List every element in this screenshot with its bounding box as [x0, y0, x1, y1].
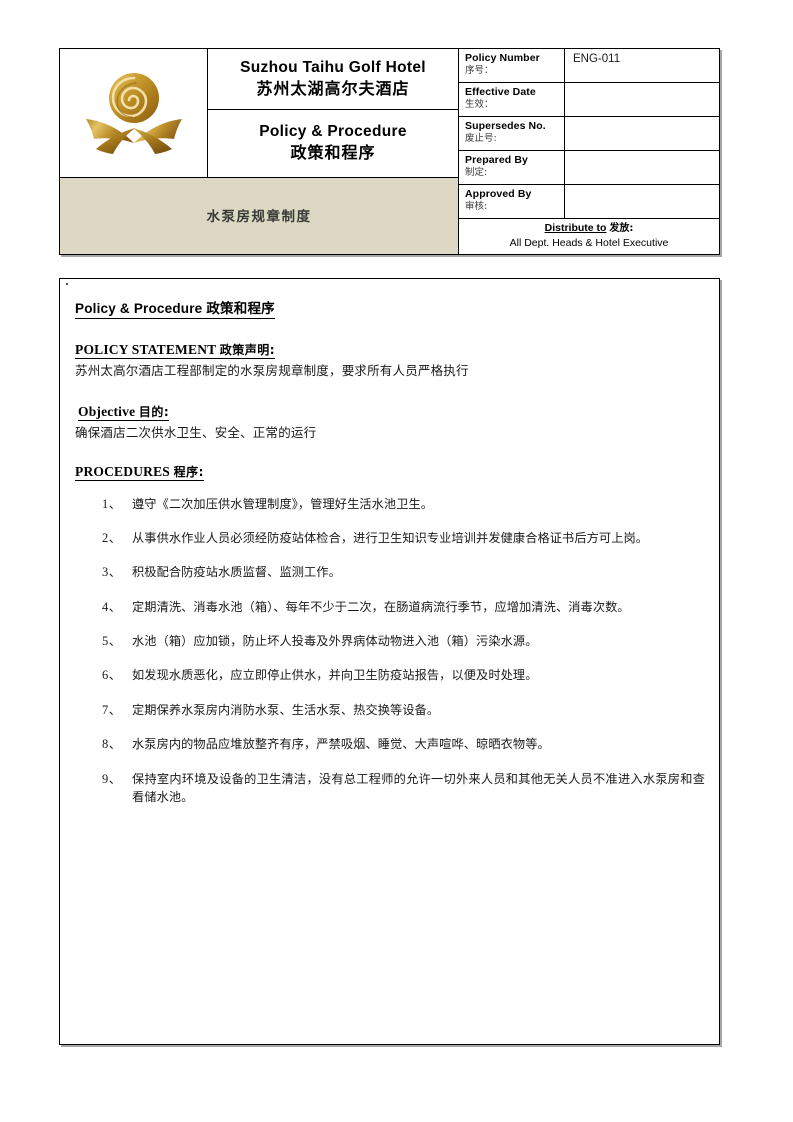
meta-label-cn: 审核: — [465, 201, 488, 213]
procedure-number: 6、 — [102, 668, 122, 683]
procedure-text: 水池（箱）应加锁，防止坏人投毒及外界病体动物进入池（箱）污染水源。 — [132, 634, 538, 648]
hotel-name-cn: 苏州太湖高尔夫酒店 — [256, 78, 410, 98]
distribute-to-label-en: Distribute to — [544, 222, 607, 234]
procedures-heading-en: PROCEDURES — [75, 463, 171, 479]
procedure-number: 2、 — [102, 530, 122, 545]
meta-row-prepared-by: Prepared By 制定: — [459, 151, 719, 185]
meta-row-supersedes-no: Supersedes No. 废止号: — [459, 117, 719, 151]
procedure-number: 9、 — [102, 771, 122, 786]
meta-label-en: Approved By — [465, 188, 532, 200]
procedure-item: 6、 如发现水质恶化，应立即停止供水，并向卫生防疫站报告，以便及时处理。 — [75, 666, 705, 685]
header-top-section: Suzhou Taihu Golf Hotel 苏州太湖高尔夫酒店 Policy… — [60, 49, 719, 255]
meta-label-cn: 生效： — [465, 99, 494, 111]
document-type-cell: Policy & Procedure 政策和程序 — [208, 109, 458, 176]
procedure-number: 7、 — [102, 702, 122, 717]
meta-label-cn: 制定: — [465, 167, 488, 179]
body-main-heading-en: Policy & Procedure — [75, 301, 203, 316]
procedure-text: 水泵房内的物品应堆放整齐有序，严禁吸烟、睡觉、大声喧哗、晾晒衣物等。 — [132, 737, 550, 752]
procedures-section: PROCEDURES 程序: 1、 遵守《二次加压供水管理制度》，管理好生活水池… — [75, 463, 705, 808]
stray-dot-artifact — [66, 283, 68, 285]
logo-cell — [60, 49, 208, 177]
body-main-heading-cn: 政策和程序 — [206, 301, 275, 317]
hotel-name-cell: Suzhou Taihu Golf Hotel 苏州太湖高尔夫酒店 — [208, 49, 458, 109]
header-left-column: Suzhou Taihu Golf Hotel 苏州太湖高尔夫酒店 Policy… — [60, 49, 458, 255]
procedure-text: 从事供水作业人员必须经防疫站体检合，进行卫生知识专业培训并发健康合格证书后方可上… — [132, 530, 649, 545]
meta-label-en: Policy Number — [465, 52, 540, 64]
meta-label-cn: 废止号: — [465, 133, 497, 145]
meta-label-approved-by: Approved By 审核: — [459, 185, 565, 218]
document-subject-text: 水泵房规章制度 — [206, 209, 312, 226]
meta-label-effective-date: Effective Date 生效： — [459, 83, 565, 116]
procedures-heading: PROCEDURES 程序: — [75, 463, 204, 481]
procedure-text: 积极配合防疫站水质监督、监测工作。 — [132, 565, 341, 580]
meta-label-en: Effective Date — [465, 86, 536, 98]
procedure-item: 7、 定期保养水泵房内消防水泵、生活水泵、热交换等设备。 — [75, 701, 705, 720]
procedure-number: 1、 — [102, 496, 122, 511]
meta-label-policy-number: Policy Number 序号： — [459, 49, 565, 82]
objective-heading-cn: 目的: — [138, 404, 170, 419]
hotel-name-en: Suzhou Taihu Golf Hotel — [240, 59, 426, 76]
procedure-number: 8、 — [102, 737, 122, 752]
distribute-to-label-row: Distribute to 发放: — [463, 222, 715, 236]
policy-statement-heading: POLICY STATEMENT 政策声明: — [75, 341, 275, 359]
meta-value-supersedes-no[interactable] — [565, 117, 719, 150]
procedure-item: 5、 水池（箱）应加锁，防止坏人投毒及外界病体动物进入池（箱）污染水源。 — [75, 632, 705, 651]
objective-heading-en: Objective — [78, 403, 136, 419]
meta-label-cn: 序号： — [465, 65, 494, 77]
procedure-item: 8、 水泵房内的物品应堆放整齐有序，严禁吸烟、睡觉、大声喧哗、晾晒衣物等。 — [75, 735, 705, 754]
objective-section: Objective 目的: 确保酒店二次供水卫生、安全、正常的运行 — [75, 403, 705, 443]
procedure-item: 4、 定期清洗、消毒水池（箱）、每年不少于二次，在肠道病流行季节，应增加清洗、消… — [75, 598, 705, 617]
meta-value-policy-number[interactable]: ENG-011 — [565, 49, 719, 82]
document-subject-band: 水泵房规章制度 — [60, 176, 458, 255]
meta-label-supersedes-no: Supersedes No. 废止号: — [459, 117, 565, 150]
header-meta-column: Policy Number 序号： ENG-011 Effective Date… — [458, 49, 719, 255]
procedure-text: 遵守《二次加压供水管理制度》，管理好生活水池卫生。 — [132, 496, 434, 511]
procedure-number: 4、 — [102, 599, 122, 614]
meta-row-policy-number: Policy Number 序号： ENG-011 — [459, 49, 719, 83]
procedure-number: 3、 — [102, 565, 122, 580]
meta-row-effective-date: Effective Date 生效： — [459, 83, 719, 117]
hotel-gold-emblem-logo — [82, 61, 186, 165]
procedure-item: 2、 从事供水作业人员必须经防疫站体检合，进行卫生知识专业培训并发健康合格证书后… — [75, 529, 705, 548]
meta-label-en: Supersedes No. — [465, 120, 546, 132]
procedure-text: 定期保养水泵房内消防水泵、生活水泵、热交换等设备。 — [132, 702, 440, 717]
document-type-en: Policy & Procedure — [259, 123, 407, 141]
procedure-text: 如发现水质恶化，应立即停止供水，并向卫生防疫站报告，以便及时处理。 — [132, 668, 538, 683]
meta-label-prepared-by: Prepared By 制定: — [459, 151, 565, 184]
procedure-item: 3、 积极配合防疫站水质监督、监测工作。 — [75, 563, 705, 582]
document-type-cn: 政策和程序 — [290, 143, 376, 163]
document-body-box: Policy & Procedure 政策和程序 POLICY STATEMEN… — [59, 278, 720, 1045]
procedure-text: 定期清洗、消毒水池（箱）、每年不少于二次，在肠道病流行季节，应增加清洗、消毒次数… — [132, 599, 630, 614]
policy-statement-section: POLICY STATEMENT 政策声明: 苏州太高尔酒店工程部制定的水泵房规… — [75, 341, 705, 381]
meta-value-prepared-by[interactable] — [565, 151, 719, 184]
distribute-to-cell: Distribute to 发放: All Dept. Heads & Hote… — [459, 219, 719, 254]
meta-value-approved-by[interactable] — [565, 185, 719, 218]
meta-label-en: Prepared By — [465, 154, 528, 166]
body-main-heading: Policy & Procedure 政策和程序 — [75, 297, 275, 319]
procedure-item: 9、 保持室内环境及设备的卫生清洁，没有总工程师的允许一切外来人员和其他无关人员… — [75, 770, 705, 808]
policy-statement-heading-cn: 政策声明: — [219, 343, 275, 357]
meta-value-effective-date[interactable] — [565, 83, 719, 116]
title-stack: Suzhou Taihu Golf Hotel 苏州太湖高尔夫酒店 Policy… — [208, 49, 458, 177]
distribute-to-label-cn: 发放: — [609, 223, 634, 234]
procedures-list: 1、 遵守《二次加压供水管理制度》，管理好生活水池卫生。 2、 从事供水作业人员… — [75, 495, 705, 808]
procedure-text: 保持室内环境及设备的卫生清洁，没有总工程师的允许一切外来人员和其他无关人员不准进… — [132, 771, 705, 805]
procedure-number: 5、 — [102, 634, 122, 648]
procedure-item: 1、 遵守《二次加压供水管理制度》，管理好生活水池卫生。 — [75, 495, 705, 514]
policy-statement-text: 苏州太高尔酒店工程部制定的水泵房规章制度，要求所有人员严格执行 — [75, 363, 469, 378]
distribute-to-value: All Dept. Heads & Hotel Executive — [509, 236, 669, 249]
logo-and-title-row: Suzhou Taihu Golf Hotel 苏州太湖高尔夫酒店 Policy… — [60, 49, 458, 177]
meta-row-approved-by: Approved By 审核: — [459, 185, 719, 219]
policy-statement-heading-en: POLICY STATEMENT — [75, 342, 217, 357]
procedures-heading-cn: 程序: — [173, 464, 204, 479]
objective-heading: Objective 目的: — [78, 403, 170, 421]
document-header-table: Suzhou Taihu Golf Hotel 苏州太湖高尔夫酒店 Policy… — [59, 48, 720, 256]
objective-text: 确保酒店二次供水卫生、安全、正常的运行 — [75, 424, 317, 440]
